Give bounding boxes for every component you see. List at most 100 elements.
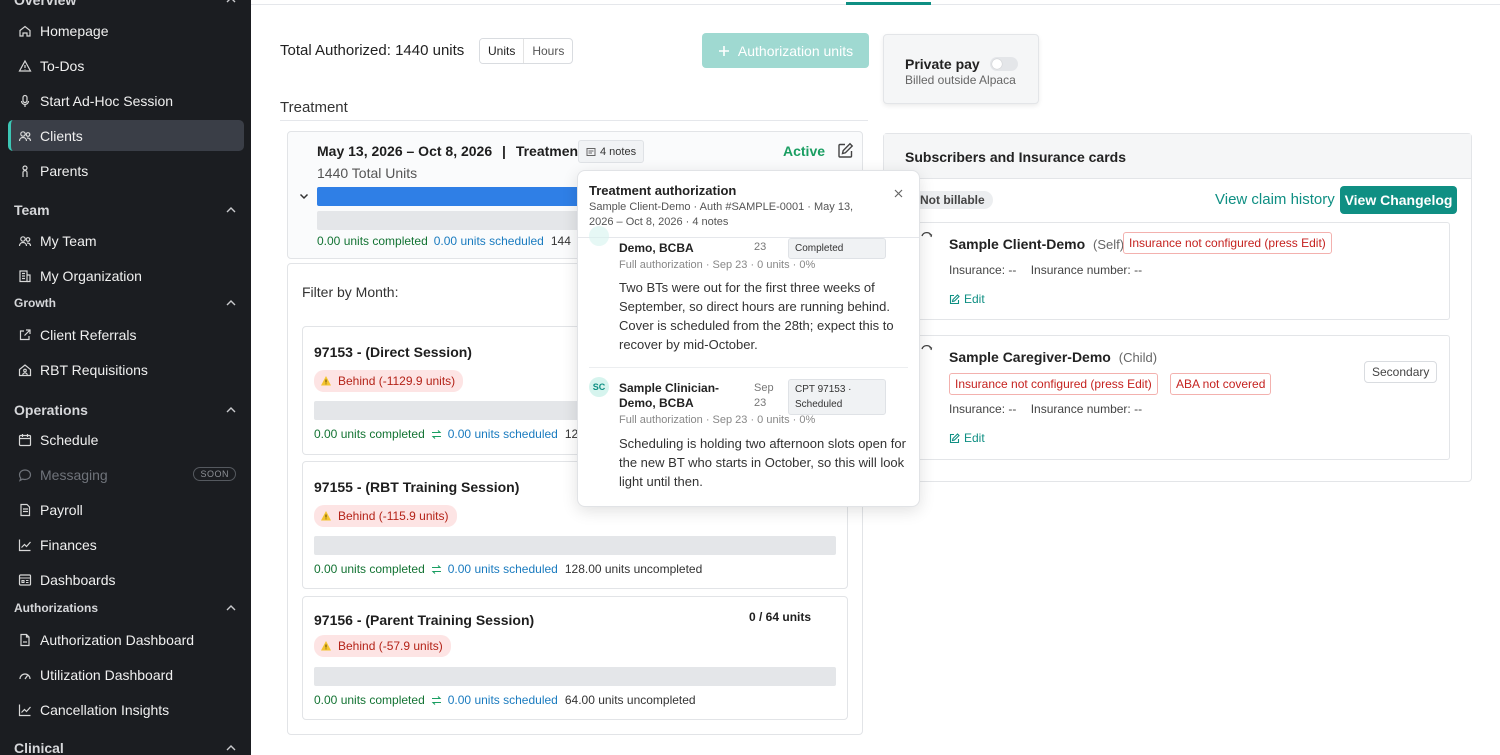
gauge-icon [19,672,31,679]
note-chip-line: CPT 97153 · [795,384,852,395]
sidebar-item-schedule[interactable]: Schedule [8,424,244,455]
popover-title: Treatment authorization [589,183,737,198]
sidebar-item-label: Start Ad-Hoc Session [40,92,174,109]
sidebar: Overview Homepage To-Dos Start Ad-Hoc Se… [0,0,251,755]
chevron-up-icon [226,0,236,3]
code-progress-bar [314,536,836,555]
section-overview[interactable]: Overview [14,0,237,8]
units-completed: 0.00 units completed [314,693,425,707]
drag-handle-icon[interactable] [920,344,934,358]
sidebar-item-my-organization[interactable]: My Organization [8,260,244,291]
units-scheduled: 0.00 units scheduled [433,234,544,248]
behind-badge: Behind (-115.9 units) [314,505,457,527]
sidebar-item-todos[interactable]: To-Dos [8,50,244,81]
units-completed: 0.00 units completed [317,234,428,248]
section-clinical[interactable]: Clinical [14,740,237,755]
dashboard-icon [18,573,32,586]
sidebar-item-utilization-dashboard[interactable]: Utilization Dashboard [8,659,244,690]
insurance-number-value: Insurance number: -- [1030,263,1143,277]
subscriber-relation: (Child) [1118,350,1158,365]
sidebar-item-label: My Organization [40,267,142,284]
edit-label: Edit [964,292,985,306]
authorization-units-button[interactable]: Authorization units [702,33,869,68]
sidebar-item-client-referrals[interactable]: Client Referrals [8,319,244,350]
swap-arrows-icon [431,695,442,705]
section-team-label: Team [14,202,50,218]
sidebar-item-rbt-requisitions[interactable]: RBT Requisitions [8,354,244,385]
sidebar-item-dashboards[interactable]: Dashboards [8,564,244,595]
sidebar-item-clients[interactable]: Clients [8,120,244,151]
person-icon [22,164,28,177]
units-completed: 0.00 units completed [314,562,425,576]
private-pay-title: Private pay [905,56,980,72]
sidebar-item-label: Parents [40,162,89,179]
hours-toggle-option[interactable]: Hours [524,39,572,63]
section-team[interactable]: Team [14,202,237,218]
units-scheduled: 0.00 units scheduled [447,693,558,707]
section-operations-label: Operations [14,402,88,418]
code-title: 97153 - (Direct Session) [314,344,472,360]
sidebar-item-authorization-dashboard[interactable]: Authorization Dashboard [8,624,244,655]
sidebar-item-label: Utilization Dashboard [40,666,174,683]
edit-subscriber-link[interactable]: Edit [949,292,985,306]
secondary-badge: Secondary [1364,361,1438,383]
section-authorizations[interactable]: Authorizations [14,601,237,615]
edit-subscriber-link[interactable]: Edit [949,431,985,445]
behind-label: Behind (-1129.9 units) [338,374,456,388]
chevron-up-icon [226,745,236,751]
sidebar-item-finances[interactable]: Finances [8,529,244,560]
sidebar-item-cancellation-insights[interactable]: Cancellation Insights [8,694,244,725]
sidebar-item-label: Homepage [40,22,109,39]
warning-icon [321,376,331,386]
insurance-value: Insurance: -- [949,263,1017,277]
subscriber-name-row: Sample Client-Demo (Self) [949,236,1124,252]
filter-by-month-label: Filter by Month: [302,284,399,300]
sidebar-item-adhoc-session[interactable]: Start Ad-Hoc Session [8,85,244,116]
sidebar-item-my-team[interactable]: My Team [8,225,244,256]
code-card: 97156 - (Parent Training Session) 0 / 64… [302,596,848,720]
warning-icon [321,641,331,651]
close-icon[interactable] [894,189,903,198]
chevron-down-icon[interactable] [299,191,309,201]
drag-handle-icon[interactable] [920,231,934,245]
authorization-summary: 0.00 units completed 0.00 units schedule… [317,234,571,248]
view-changelog-button[interactable]: View Changelog [1340,186,1457,214]
insurance-value: Insurance: -- [949,402,1017,416]
notes-chip[interactable]: 4 notes [578,140,645,163]
sidebar-item-label: Authorization Dashboard [40,631,195,648]
users-icon [18,130,32,141]
active-tab-indicator [846,2,931,5]
line-chart-icon [18,704,31,716]
note-text: Two BTs were out for the first three wee… [619,280,894,352]
note-author: Demo, BCBA [619,241,694,255]
view-claim-history-link[interactable]: View claim history [1215,191,1335,208]
code-quota: 0 / 64 units [749,610,812,624]
units-completed: 0.00 units completed [314,427,425,441]
note-date-line: Sep [754,382,774,394]
section-growth[interactable]: Growth [14,296,237,310]
chevron-up-icon [226,300,236,306]
line-chart-icon [18,539,31,551]
private-pay-card: Private pay Billed outside Alpaca [883,34,1039,104]
sidebar-item-payroll[interactable]: Payroll [8,494,244,525]
insurance-info: Insurance: -- Insurance number: -- [949,402,1142,416]
units-toggle-option[interactable]: Units [480,39,525,63]
insurance-info: Insurance: -- Insurance number: -- [949,263,1142,277]
behind-badge: Behind (-57.9 units) [314,635,451,657]
sidebar-item-messaging[interactable]: Messaging SOON [8,459,244,490]
edit-icon[interactable] [837,142,854,159]
note-author-line: Demo, BCBA [619,396,694,410]
subscriber-name-row: Sample Caregiver-Demo (Child) [949,349,1157,365]
note-icon [586,147,596,156]
note-status-chip: Completed [788,238,886,259]
section-operations[interactable]: Operations [14,402,237,418]
sidebar-item-label: Client Referrals [40,326,137,343]
sidebar-item-homepage[interactable]: Homepage [8,15,244,46]
sidebar-item-label: Cancellation Insights [40,701,170,718]
sidebar-item-parents[interactable]: Parents [8,155,244,186]
units-hours-toggle[interactable]: Units Hours [479,38,574,64]
note-text: Scheduling is holding two afternoon slot… [619,436,906,489]
insurance-warning-tag: Insurance not configured (press Edit) [1123,232,1332,254]
private-pay-toggle[interactable] [990,57,1018,71]
external-link-icon [19,328,31,340]
